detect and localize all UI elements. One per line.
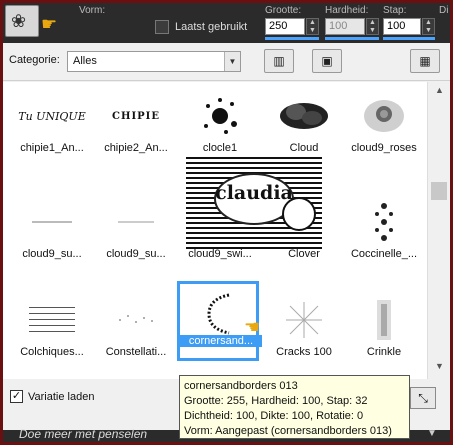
clover-thumb-icon bbox=[282, 197, 316, 231]
preset-caption: cloud9_swi... bbox=[188, 248, 252, 260]
preset-grid: Tu UNIQUE chipie1_An... CHIPIE chipie2_A… bbox=[3, 82, 427, 379]
preset-caption: Coccinelle_... bbox=[350, 248, 418, 260]
brush-toolbar: ❀ ☛ Vorm: Laatst gebruikt Grootte: 250 ▲… bbox=[3, 3, 450, 43]
more-with-brushes-label: Doe meer met penselen bbox=[19, 427, 148, 441]
delete-preset-icon: ▣ bbox=[321, 54, 333, 68]
size-spinner[interactable]: ▲ ▼ bbox=[306, 18, 319, 35]
delete-preset-button[interactable]: ▣ bbox=[312, 49, 342, 73]
preset-caption: clocle1 bbox=[202, 142, 238, 154]
variation-label: Variatie laden bbox=[28, 391, 95, 403]
category-select[interactable]: Alles ▼ bbox=[67, 51, 241, 72]
category-row: Categorie: Alles ▼ ▥ ▣ ▦ bbox=[3, 43, 450, 81]
preset-caption: cloud9_roses bbox=[351, 142, 417, 154]
preset-item[interactable]: Tu UNIQUE chipie1_An... bbox=[11, 88, 93, 160]
preset-tooltip: cornersandborders 013 Grootte: 255, Hard… bbox=[179, 375, 410, 439]
watermark-stripes: claudia bbox=[186, 157, 322, 249]
tooltip-shape-line: Vorm: Aangepast (cornersandborders 013) bbox=[184, 425, 392, 437]
density-label: Di bbox=[439, 5, 449, 16]
size-label: Grootte: bbox=[265, 5, 302, 16]
save-preset-button[interactable]: ▥ bbox=[264, 49, 294, 73]
preset-item[interactable]: cloud9_roses bbox=[343, 88, 425, 160]
preset-item[interactable]: cloud9_su... bbox=[11, 194, 93, 266]
preset-caption: Clover bbox=[288, 248, 320, 260]
preset-item[interactable]: CHIPIE chipie2_An... bbox=[95, 88, 177, 160]
category-value: Alles bbox=[73, 55, 97, 67]
scrollbar-thumb[interactable] bbox=[431, 182, 447, 200]
preset-picker-button[interactable]: ❀ bbox=[5, 5, 39, 37]
brush-preset-panel: ❀ ☛ Vorm: Laatst gebruikt Grootte: 250 ▲… bbox=[3, 3, 450, 442]
preset-caption: Constellati... bbox=[105, 346, 167, 358]
manage-presets-icon: ▦ bbox=[419, 54, 431, 68]
preset-thumbnail bbox=[269, 294, 339, 346]
preset-item[interactable]: cloud9_su... bbox=[95, 194, 177, 266]
scroll-up-icon[interactable]: ▲ bbox=[432, 85, 447, 99]
tooltip-title: cornersandborders 013 bbox=[184, 380, 298, 392]
preset-thumbnail bbox=[349, 196, 419, 248]
preset-thumbnail bbox=[185, 90, 255, 142]
preset-item[interactable]: Cloud bbox=[263, 88, 345, 160]
hardness-slider[interactable] bbox=[325, 37, 379, 40]
step-label: Stap: bbox=[383, 5, 407, 16]
chevron-down-icon: ▼ bbox=[224, 52, 240, 71]
last-used-label: Laatst gebruikt bbox=[175, 21, 248, 33]
preset-picker-icon: ❀ bbox=[11, 11, 27, 31]
hardness-spinner[interactable]: ▲ ▼ bbox=[366, 18, 379, 35]
tooltip-size-line: Grootte: 255, Hardheid: 100, Stap: 32 bbox=[184, 395, 368, 407]
shape-label: Vorm: bbox=[79, 5, 106, 16]
preset-caption: chipie2_An... bbox=[104, 142, 168, 154]
reset-button[interactable]: ⤡ bbox=[410, 387, 436, 409]
manage-presets-button[interactable]: ▦ bbox=[410, 49, 440, 73]
preset-thumbnail bbox=[269, 90, 339, 142]
preset-thumbnail bbox=[101, 196, 171, 248]
step-spinner[interactable]: ▲ ▼ bbox=[422, 18, 435, 35]
preset-item[interactable]: Colchiques... bbox=[11, 292, 93, 364]
preset-caption: Crinkle bbox=[366, 346, 402, 358]
hardness-input[interactable]: 100 bbox=[325, 18, 365, 35]
preset-thumbnail bbox=[17, 196, 87, 248]
preset-thumbnail bbox=[349, 294, 419, 346]
preset-thumbnail: CHIPIE bbox=[112, 110, 160, 122]
tooltip-density-line: Dichtheid: 100, Dikte: 100, Rotatie: 0 bbox=[184, 410, 364, 422]
preset-item[interactable]: Constellati... bbox=[95, 292, 177, 364]
size-slider[interactable] bbox=[265, 37, 319, 40]
pointing-hand-icon: ☚ bbox=[244, 317, 261, 337]
preset-caption: Cloud bbox=[289, 142, 319, 154]
preset-caption: Colchiques... bbox=[20, 346, 84, 358]
chevron-down-icon: ▼ bbox=[427, 428, 437, 439]
preset-item[interactable]: Crinkle bbox=[343, 292, 425, 364]
preset-item[interactable]: clocle1 bbox=[179, 88, 261, 160]
reset-icon: ⤡ bbox=[418, 391, 428, 405]
step-input[interactable]: 100 bbox=[383, 18, 421, 35]
pointing-hand-icon: ☛ bbox=[41, 14, 58, 34]
preset-caption: Cracks 100 bbox=[276, 346, 332, 358]
hardness-label: Hardheid: bbox=[325, 5, 369, 16]
step-slider[interactable] bbox=[383, 37, 435, 40]
size-input[interactable]: 250 bbox=[265, 18, 305, 35]
grid-scrollbar[interactable]: ▲ ▼ bbox=[427, 82, 450, 379]
last-used-checkbox[interactable] bbox=[155, 20, 169, 34]
category-label: Categorie: bbox=[9, 54, 60, 66]
variation-checkbox[interactable]: ✓ bbox=[10, 390, 23, 403]
preset-caption: chipie1_An... bbox=[20, 142, 84, 154]
preset-thumbnail: Tu UNIQUE bbox=[18, 109, 86, 123]
preset-item[interactable]: Coccinelle_... bbox=[343, 194, 425, 266]
preset-caption: cloud9_su... bbox=[22, 248, 82, 260]
preset-thumbnail bbox=[349, 90, 419, 142]
preset-thumbnail bbox=[17, 294, 87, 346]
preset-item[interactable]: Cracks 100 bbox=[263, 292, 345, 364]
preset-thumbnail bbox=[101, 294, 171, 346]
preset-caption: cloud9_su... bbox=[106, 248, 166, 260]
save-preset-icon: ▥ bbox=[273, 54, 285, 68]
scroll-down-icon[interactable]: ▼ bbox=[432, 361, 447, 375]
